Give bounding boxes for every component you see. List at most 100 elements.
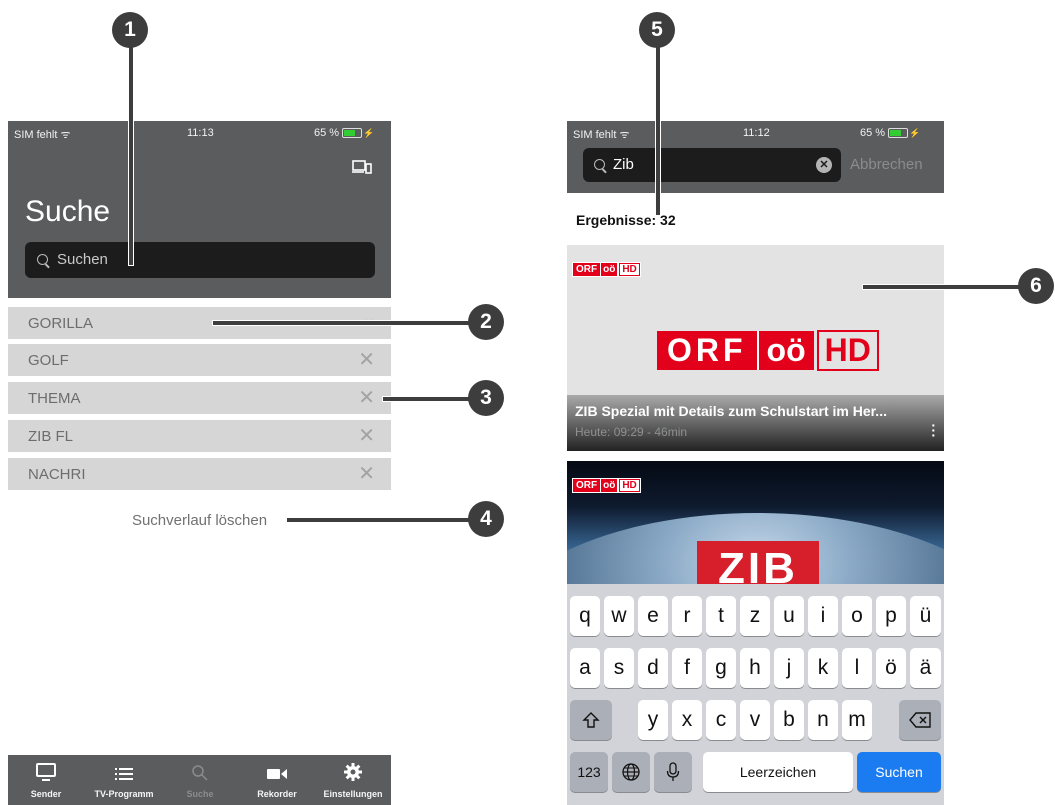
key[interactable]: ü xyxy=(910,596,941,636)
header: SIM fehlt ᯤ 11:12 65 % ⚡ Zib ✕ Abbrechen xyxy=(567,121,944,193)
status-time: 11:12 xyxy=(743,127,770,139)
key[interactable]: p xyxy=(876,596,906,636)
clear-search-icon[interactable]: ✕ xyxy=(816,157,832,173)
callout-leader xyxy=(212,320,472,326)
status-battery: 65 % ⚡ xyxy=(860,127,921,139)
numbers-key[interactable]: 123 xyxy=(570,752,608,792)
history-item[interactable]: GOLF ✕ xyxy=(8,344,391,376)
result-card[interactable]: ORF oö HD ORF oö HD ZIB Spezial mit Details … xyxy=(567,245,944,451)
search-value: Zib xyxy=(613,156,634,173)
key[interactable]: k xyxy=(808,648,838,688)
cast-devices-icon[interactable] xyxy=(352,159,372,180)
callout-number: 3 xyxy=(468,380,504,416)
globe-key[interactable] xyxy=(612,752,650,792)
key[interactable]: h xyxy=(740,648,770,688)
backspace-icon xyxy=(909,712,931,728)
key[interactable]: ö xyxy=(876,648,906,688)
tab-rekorder[interactable]: Rekorder xyxy=(239,755,315,805)
callout-number: 4 xyxy=(468,501,504,537)
key[interactable]: i xyxy=(808,596,838,636)
search-results-screen: SIM fehlt ᯤ 11:12 65 % ⚡ Zib ✕ Abbrechen … xyxy=(567,121,944,805)
history-item[interactable]: THEMA ✕ xyxy=(8,382,391,414)
tab-einstellungen[interactable]: Einstellungen xyxy=(313,755,391,805)
tab-suche[interactable]: Suche xyxy=(162,755,238,805)
search-screen: SIM fehlt ᯤ 11:13 65 % ⚡ Suche Suchen GOR… xyxy=(8,121,391,805)
callout-leader xyxy=(128,40,134,266)
battery-icon xyxy=(888,128,909,139)
key[interactable]: r xyxy=(672,596,702,636)
search-icon xyxy=(37,254,48,265)
backspace-key[interactable] xyxy=(899,700,941,740)
key[interactable]: ä xyxy=(910,648,941,688)
cancel-button[interactable]: Abbrechen xyxy=(850,156,923,173)
microphone-icon xyxy=(666,762,680,781)
key[interactable]: b xyxy=(774,700,804,740)
key[interactable]: z xyxy=(740,596,770,636)
result-title: ZIB Spezial mit Details zum Schulstart i… xyxy=(575,403,887,419)
key[interactable]: v xyxy=(740,700,770,740)
key[interactable]: a xyxy=(570,648,600,688)
key[interactable]: x xyxy=(672,700,702,740)
key[interactable]: g xyxy=(706,648,736,688)
status-carrier: SIM fehlt ᯤ xyxy=(573,129,630,141)
history-item[interactable]: ZIB FL ✕ xyxy=(8,420,391,452)
search-placeholder: Suchen xyxy=(57,251,108,268)
history-item[interactable]: NACHRI ✕ xyxy=(8,458,391,490)
callout-number: 6 xyxy=(1018,268,1054,304)
status-battery: 65 % ⚡ xyxy=(314,127,375,139)
battery-icon xyxy=(342,128,363,139)
delete-icon[interactable]: ✕ xyxy=(358,461,375,486)
callout-leader xyxy=(862,284,1024,290)
search-submit-key[interactable]: Suchen xyxy=(857,752,941,792)
callout-number: 5 xyxy=(639,12,675,48)
space-key[interactable]: Leerzeichen xyxy=(703,752,853,792)
delete-icon[interactable]: ✕ xyxy=(358,423,375,448)
key[interactable]: t xyxy=(706,596,736,636)
channel-logo: ORF oö HD xyxy=(572,478,641,493)
delete-icon[interactable]: ✕ xyxy=(358,347,375,372)
key[interactable]: f xyxy=(672,648,702,688)
shift-key[interactable] xyxy=(570,700,612,740)
search-icon xyxy=(192,765,208,781)
search-icon xyxy=(594,159,605,170)
key[interactable]: w xyxy=(604,596,634,636)
key[interactable]: d xyxy=(638,648,668,688)
key[interactable]: e xyxy=(638,596,668,636)
tab-bar: Sender TV-Programm Suche Rekorder Einste… xyxy=(8,755,391,805)
delete-icon[interactable]: ✕ xyxy=(358,385,375,410)
more-icon[interactable]: · · · xyxy=(931,418,936,442)
callout-number: 1 xyxy=(112,12,148,48)
tv-icon xyxy=(36,763,56,781)
key[interactable]: o xyxy=(842,596,872,636)
globe-icon xyxy=(622,763,640,781)
key[interactable]: y xyxy=(638,700,668,740)
page-title: Suche xyxy=(25,195,111,228)
callout-leader xyxy=(286,517,472,523)
key[interactable]: s xyxy=(604,648,634,688)
key[interactable]: j xyxy=(774,648,804,688)
callout-number: 2 xyxy=(468,304,504,340)
tab-tv-programm[interactable]: TV-Programm xyxy=(81,755,167,805)
key[interactable]: q xyxy=(570,596,600,636)
callout-leader xyxy=(655,40,661,216)
callout-leader xyxy=(382,396,472,402)
gear-icon xyxy=(344,763,362,781)
channel-logo-large: ORF oö HD xyxy=(657,330,879,371)
key[interactable]: c xyxy=(706,700,736,740)
list-icon xyxy=(115,768,133,780)
tab-sender[interactable]: Sender xyxy=(8,755,84,805)
search-input[interactable]: Zib ✕ xyxy=(583,148,841,182)
key[interactable]: m xyxy=(842,700,872,740)
dictation-key[interactable] xyxy=(654,752,692,792)
search-input[interactable]: Suchen xyxy=(25,242,375,278)
key[interactable]: l xyxy=(842,648,872,688)
status-carrier: SIM fehlt ᯤ xyxy=(14,129,71,141)
shift-icon xyxy=(582,712,600,728)
wifi-icon: ᯤ xyxy=(619,129,630,141)
status-time: 11:13 xyxy=(187,127,214,139)
result-card[interactable]: ORF oö HD ZIB xyxy=(567,461,944,591)
key[interactable]: u xyxy=(774,596,804,636)
result-subtitle: Heute: 09:29 - 46min xyxy=(575,425,688,439)
channel-logo: ORF oö HD xyxy=(572,262,641,277)
key[interactable]: n xyxy=(808,700,838,740)
